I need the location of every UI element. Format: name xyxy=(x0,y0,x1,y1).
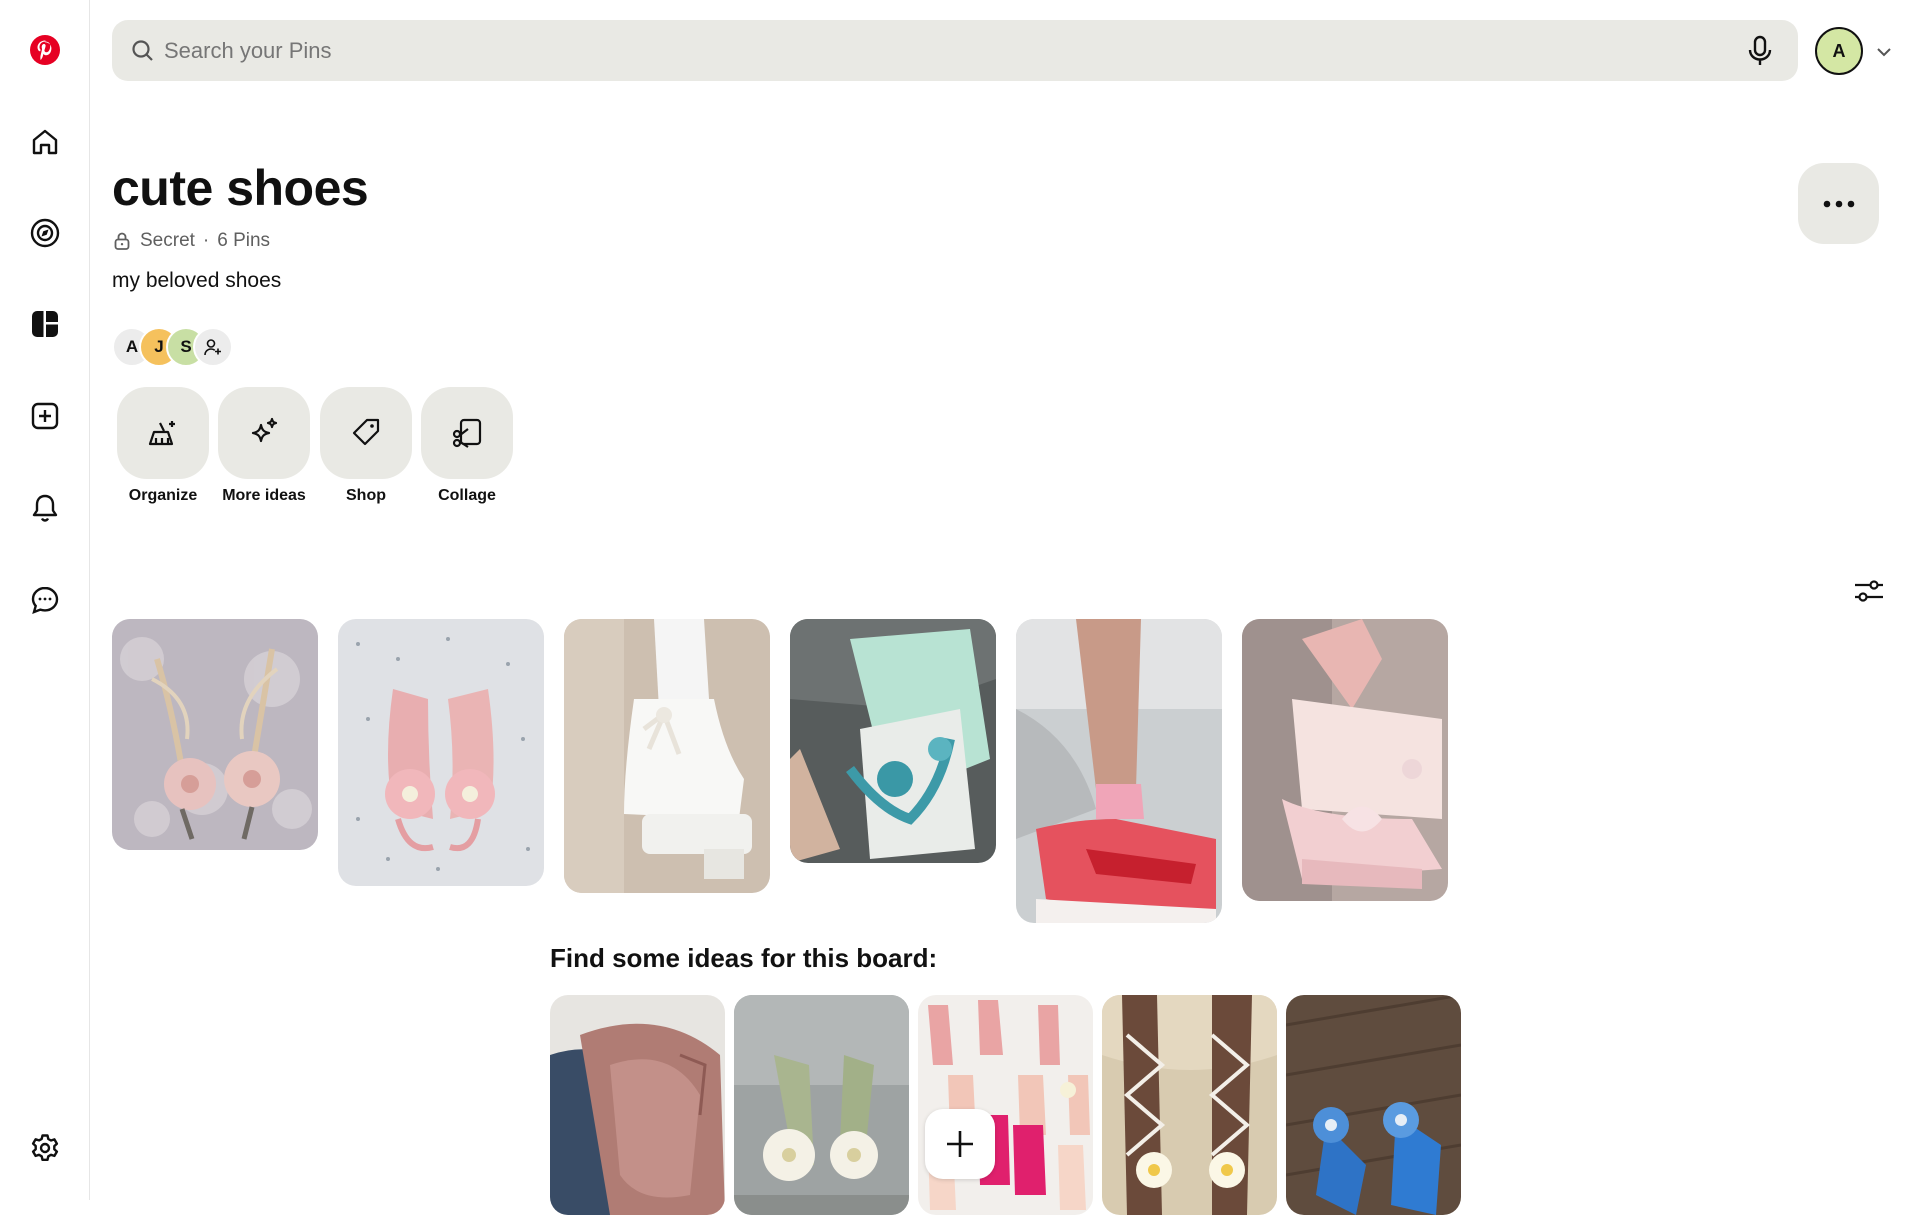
more-ideas-button[interactable]: More ideas xyxy=(218,387,310,505)
pin-image xyxy=(1016,619,1222,923)
board-description: my beloved shoes xyxy=(112,269,282,292)
account-avatar[interactable]: A xyxy=(1815,27,1863,75)
collage-tile[interactable] xyxy=(421,387,513,479)
chat-icon[interactable] xyxy=(25,580,65,620)
sidebar xyxy=(0,0,90,1200)
collaborator-initial: S xyxy=(180,337,192,356)
tag-icon xyxy=(352,418,380,446)
sparkles-icon xyxy=(251,417,278,443)
idea-card[interactable] xyxy=(550,995,725,1215)
create-icon[interactable] xyxy=(25,396,65,436)
home-icon[interactable] xyxy=(25,122,65,162)
organize-label: Organize xyxy=(128,487,198,504)
pinterest-logo-icon[interactable] xyxy=(25,30,65,70)
idea-image xyxy=(1286,995,1461,1215)
collaborator-initial: A xyxy=(125,337,139,356)
more-options-button[interactable] xyxy=(1798,163,1879,244)
lock-icon xyxy=(114,232,130,250)
shop-button[interactable]: Shop xyxy=(320,387,412,505)
filter-icon[interactable] xyxy=(1852,574,1886,608)
organize-button[interactable]: Organize xyxy=(117,387,209,505)
pin-card[interactable] xyxy=(112,619,318,850)
microphone-icon[interactable] xyxy=(1744,34,1776,68)
shop-label: Shop xyxy=(346,487,386,504)
privacy-label: Secret xyxy=(140,230,195,251)
pin-card[interactable] xyxy=(564,619,770,893)
pin-card[interactable] xyxy=(338,619,544,886)
pin-image xyxy=(790,619,996,863)
idea-card[interactable] xyxy=(918,995,1093,1215)
idea-image xyxy=(734,995,909,1215)
pin-card[interactable] xyxy=(790,619,996,863)
meta-separator: · xyxy=(202,230,210,251)
gear-icon[interactable] xyxy=(25,1128,65,1168)
bell-icon[interactable] xyxy=(25,488,65,528)
broom-icon xyxy=(148,421,175,446)
compass-icon[interactable] xyxy=(25,213,65,253)
save-idea-button[interactable] xyxy=(925,1109,995,1179)
invite-collaborator-button[interactable] xyxy=(193,327,233,367)
scissors-icon xyxy=(452,418,482,448)
ellipsis-icon xyxy=(1823,200,1854,207)
collaborator-initial: J xyxy=(154,337,164,356)
idea-card[interactable] xyxy=(734,995,909,1215)
search-input[interactable] xyxy=(162,30,1666,72)
pin-card[interactable] xyxy=(1016,619,1222,923)
add-person-icon xyxy=(204,339,221,356)
board-title: cute shoes xyxy=(112,160,369,216)
chevron-down-icon[interactable] xyxy=(1874,42,1894,62)
search-icon xyxy=(132,40,153,61)
pin-image xyxy=(338,619,544,886)
organize-tile[interactable] xyxy=(117,387,209,479)
boards-icon[interactable] xyxy=(25,304,65,344)
idea-image xyxy=(550,995,725,1215)
idea-image xyxy=(1102,995,1277,1215)
idea-card[interactable] xyxy=(1102,995,1277,1215)
board-meta: Secret · 6 Pins xyxy=(112,228,270,254)
plus-icon xyxy=(947,1131,973,1157)
shop-tile[interactable] xyxy=(320,387,412,479)
more-ideas-label: More ideas xyxy=(222,487,306,504)
pin-card[interactable] xyxy=(1242,619,1448,901)
search-bar[interactable] xyxy=(112,20,1798,81)
pin-image xyxy=(112,619,318,850)
pin-count: 6 Pins xyxy=(217,230,271,251)
more-ideas-tile[interactable] xyxy=(218,387,310,479)
pin-image xyxy=(564,619,770,893)
pin-image xyxy=(1242,619,1448,901)
account-initial: A xyxy=(1832,40,1846,61)
idea-image xyxy=(918,995,1093,1215)
idea-card[interactable] xyxy=(1286,995,1461,1215)
collage-button[interactable]: Collage xyxy=(421,387,513,505)
collage-label: Collage xyxy=(438,487,496,504)
ideas-heading: Find some ideas for this board: xyxy=(550,943,938,973)
